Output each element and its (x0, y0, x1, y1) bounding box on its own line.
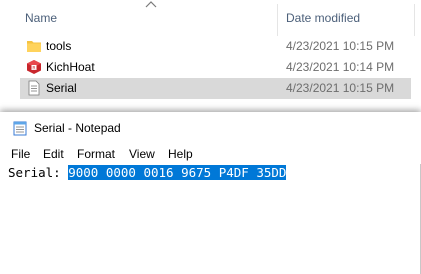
folder-icon (27, 41, 41, 52)
sort-ascending-icon (145, 1, 157, 8)
column-header-date-modified[interactable]: Date modified (286, 11, 360, 25)
menu-help[interactable]: Help (168, 147, 193, 161)
column-divider[interactable] (277, 4, 278, 36)
svg-text:R: R (32, 65, 35, 71)
app-icon: R (27, 60, 41, 74)
file-row-tools[interactable]: tools 4/23/2021 10:15 PM (0, 36, 421, 57)
menu-format[interactable]: Format (77, 147, 115, 161)
window-title: Serial - Notepad (34, 121, 121, 135)
file-name: Serial (46, 81, 77, 95)
menu-bar: File Edit Format View Help (0, 144, 421, 164)
menu-view[interactable]: View (129, 147, 155, 161)
selected-serial-text: 9000 0000 0016 9675 P4DF 35DD (68, 165, 287, 180)
file-row-serial[interactable]: Serial 4/23/2021 10:15 PM (20, 78, 411, 99)
menu-file[interactable]: File (11, 147, 30, 161)
notepad-icon (13, 121, 27, 136)
file-date: 4/23/2021 10:15 PM (286, 81, 395, 95)
file-row-kichhoat[interactable]: R KichHoat 4/23/2021 10:14 PM (0, 57, 421, 78)
file-name: tools (46, 39, 72, 53)
text-file-icon (28, 80, 40, 96)
notepad-title-bar[interactable]: Serial - Notepad (0, 112, 421, 144)
editor-line: Serial: 9000 0000 0016 9675 P4DF 35DD (8, 165, 287, 180)
file-date: 4/23/2021 10:14 PM (286, 60, 395, 74)
file-name: KichHoat (46, 60, 95, 74)
text-editor[interactable]: Serial: 9000 0000 0016 9675 P4DF 35DD (0, 164, 421, 274)
file-explorer: Name Date modified tools 4/23/2021 10:15… (0, 0, 421, 112)
menu-edit[interactable]: Edit (43, 147, 64, 161)
column-divider[interactable] (414, 4, 415, 36)
file-date: 4/23/2021 10:15 PM (286, 39, 395, 53)
column-header-name[interactable]: Name (25, 11, 57, 25)
serial-label: Serial: (8, 165, 69, 180)
notepad-window: Serial - Notepad File Edit Format View H… (0, 112, 421, 274)
